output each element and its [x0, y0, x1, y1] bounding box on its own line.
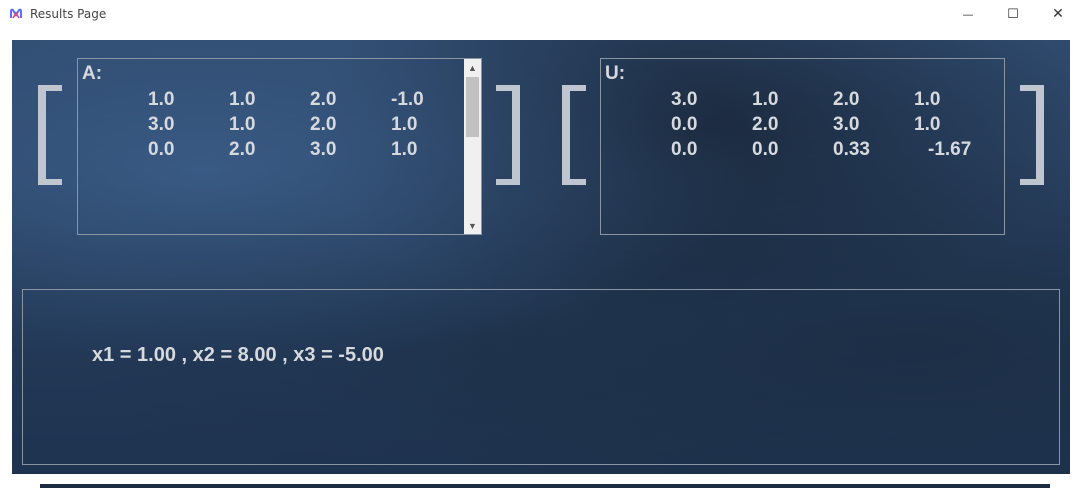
matrix-a-cell: 2.0	[310, 89, 337, 110]
matrix-a-label: A:	[82, 63, 103, 84]
close-icon: ✕	[1052, 6, 1064, 22]
matrix-u-cell: 1.0	[752, 89, 779, 110]
window-title: Results Page	[30, 7, 107, 21]
matrix-a-cell: 2.0	[229, 139, 256, 160]
maximize-icon: ☐	[1007, 6, 1019, 22]
matrix-u-cell: 0.0	[752, 139, 779, 160]
matrix-u-cell: -1.67	[928, 139, 972, 160]
matrix-a-cell: -1.0	[391, 89, 424, 110]
matrix-u-cell: 1.0	[914, 89, 941, 110]
matrix-u-box[interactable]: U: 3.0 1.0 2.0 1.0 0.0 2.0 3.0 1.0 0.0 0…	[600, 58, 1005, 235]
maximize-button[interactable]: ☐	[990, 0, 1036, 28]
matrix-a-scrollbar[interactable]: ▲ ▼	[464, 59, 481, 234]
matrix-u-left-bracket	[562, 85, 586, 185]
matrix-u-cell: 0.0	[671, 114, 698, 135]
matrix-u-cell: 1.0	[914, 114, 941, 135]
bottom-edge	[40, 484, 1050, 488]
minimize-button[interactable]: —	[945, 0, 991, 28]
scroll-up-icon[interactable]: ▲	[464, 59, 481, 76]
close-button[interactable]: ✕	[1035, 0, 1081, 28]
matrix-a-cell: 1.0	[391, 139, 418, 160]
matrix-a-left-bracket	[38, 85, 62, 185]
matrix-u-cell: 2.0	[833, 89, 860, 110]
matrix-a-cell: 3.0	[148, 114, 175, 135]
app-logo-icon	[10, 8, 22, 19]
matrix-a-cell: 1.0	[148, 89, 175, 110]
solution-box: x1 = 1.00 , x2 = 8.00 , x3 = -5.00	[22, 289, 1060, 465]
matrix-a-cell: 0.0	[148, 139, 175, 160]
matrix-u-right-bracket	[1020, 85, 1044, 185]
scroll-thumb[interactable]	[466, 77, 479, 137]
solution-text: x1 = 1.00 , x2 = 8.00 , x3 = -5.00	[92, 344, 384, 366]
matrix-u-cell: 3.0	[833, 114, 860, 135]
results-panel: A: 1.0 1.0 2.0 -1.0 3.0 1.0 2.0 1.0 0.0 …	[12, 40, 1070, 474]
matrix-u-cell: 0.0	[671, 139, 698, 160]
matrix-a-cell: 1.0	[229, 114, 256, 135]
title-bar: Results Page — ☐ ✕	[0, 0, 1082, 28]
matrix-a-cell: 3.0	[310, 139, 337, 160]
matrix-a-right-bracket	[496, 85, 520, 185]
minimize-icon: —	[962, 7, 974, 21]
matrix-a-box[interactable]: A: 1.0 1.0 2.0 -1.0 3.0 1.0 2.0 1.0 0.0 …	[77, 58, 482, 235]
scroll-down-icon[interactable]: ▼	[464, 217, 481, 234]
matrix-u-cell: 2.0	[752, 114, 779, 135]
matrix-a-cell: 1.0	[229, 89, 256, 110]
matrix-u-cell: 3.0	[671, 89, 698, 110]
matrix-a-cell: 2.0	[310, 114, 337, 135]
matrix-u-label: U:	[605, 63, 626, 84]
matrix-a-cell: 1.0	[391, 114, 418, 135]
matrix-u-cell: 0.33	[833, 139, 870, 160]
